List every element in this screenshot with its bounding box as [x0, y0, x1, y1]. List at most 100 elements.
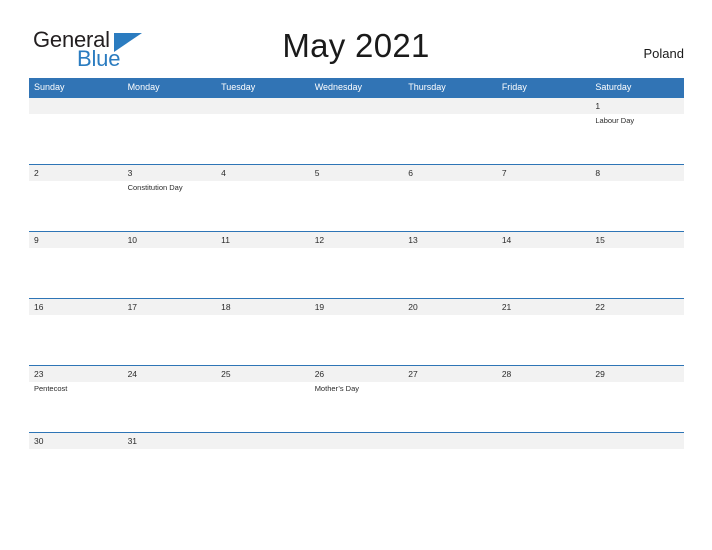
day-cell[interactable] [29, 449, 123, 460]
date-number[interactable]: 9 [29, 232, 123, 248]
date-number[interactable]: 28 [497, 366, 591, 382]
day-cell[interactable] [403, 315, 497, 364]
day-cell[interactable]: Mother’s Day [310, 382, 404, 431]
date-number[interactable] [123, 98, 217, 114]
day-cell[interactable]: Constitution Day [123, 181, 217, 230]
weekday-header-monday: Monday [127, 82, 160, 92]
date-number[interactable]: 8 [590, 165, 684, 181]
day-cell[interactable] [403, 382, 497, 431]
weekday-header-sunday: Sunday [34, 82, 65, 92]
date-number[interactable]: 13 [403, 232, 497, 248]
date-number[interactable]: 19 [310, 299, 404, 315]
day-cell[interactable] [29, 248, 123, 297]
date-number[interactable]: 11 [216, 232, 310, 248]
event-band: Pentecost Mother’s Day [29, 382, 684, 431]
day-cell[interactable] [123, 114, 217, 163]
date-number[interactable] [310, 433, 404, 449]
date-band: 16 17 18 19 20 21 22 [29, 299, 684, 315]
week-row: 30 31 [29, 432, 684, 461]
date-number[interactable] [403, 433, 497, 449]
day-cell[interactable] [590, 181, 684, 230]
date-number[interactable]: 1 [590, 98, 684, 114]
day-cell[interactable] [123, 449, 217, 460]
day-cell[interactable] [29, 114, 123, 163]
date-number[interactable]: 24 [123, 366, 217, 382]
day-cell[interactable] [29, 315, 123, 364]
day-cell[interactable] [590, 382, 684, 431]
date-number[interactable]: 5 [310, 165, 404, 181]
day-cell[interactable] [123, 315, 217, 364]
day-cell[interactable] [216, 449, 310, 460]
date-number[interactable]: 31 [123, 433, 217, 449]
calendar-table: Sunday Monday Tuesday Wednesday Thursday… [29, 78, 684, 461]
date-number[interactable]: 21 [497, 299, 591, 315]
day-cell[interactable] [310, 181, 404, 230]
day-cell[interactable] [497, 181, 591, 230]
day-cell[interactable] [123, 248, 217, 297]
day-cell[interactable] [497, 382, 591, 431]
event-label: Pentecost [34, 384, 68, 393]
date-number[interactable]: 22 [590, 299, 684, 315]
date-number[interactable] [497, 433, 591, 449]
date-number[interactable]: 20 [403, 299, 497, 315]
date-number[interactable]: 3 [123, 165, 217, 181]
date-number[interactable]: 30 [29, 433, 123, 449]
event-band: Constitution Day [29, 181, 684, 230]
date-number[interactable]: 16 [29, 299, 123, 315]
weekday-header-wednesday: Wednesday [314, 82, 363, 92]
week-row: 23 24 25 26 27 28 29 Pentecost Mother’s … [29, 365, 684, 432]
weekday-header-saturday: Saturday [595, 82, 632, 92]
day-cell[interactable] [310, 114, 404, 163]
event-label: Labour Day [595, 116, 635, 125]
date-number[interactable] [310, 98, 404, 114]
date-number[interactable]: 27 [403, 366, 497, 382]
day-cell[interactable] [497, 248, 591, 297]
day-cell[interactable] [310, 248, 404, 297]
day-cell[interactable] [497, 449, 591, 460]
day-cell[interactable] [216, 181, 310, 230]
day-cell[interactable] [403, 449, 497, 460]
date-number[interactable]: 2 [29, 165, 123, 181]
day-cell[interactable] [590, 315, 684, 364]
date-number[interactable]: 17 [123, 299, 217, 315]
date-number[interactable]: 12 [310, 232, 404, 248]
day-cell[interactable] [29, 181, 123, 230]
date-number[interactable] [497, 98, 591, 114]
date-number[interactable]: 7 [497, 165, 591, 181]
date-number[interactable]: 25 [216, 366, 310, 382]
date-number[interactable]: 4 [216, 165, 310, 181]
day-cell[interactable] [216, 382, 310, 431]
date-number[interactable]: 14 [497, 232, 591, 248]
date-number[interactable]: 15 [590, 232, 684, 248]
day-cell[interactable] [216, 315, 310, 364]
day-cell[interactable]: Labour Day [590, 114, 684, 163]
date-number[interactable]: 10 [123, 232, 217, 248]
week-row: 1 Labour Day [29, 97, 684, 164]
day-cell[interactable] [497, 315, 591, 364]
day-cell[interactable] [403, 181, 497, 230]
date-number[interactable]: 29 [590, 366, 684, 382]
date-number[interactable]: 26 [310, 366, 404, 382]
day-cell[interactable] [123, 382, 217, 431]
day-cell[interactable] [216, 114, 310, 163]
date-number[interactable]: 6 [403, 165, 497, 181]
day-cell[interactable] [590, 248, 684, 297]
day-cell[interactable] [216, 248, 310, 297]
date-number[interactable] [590, 433, 684, 449]
date-number[interactable] [216, 433, 310, 449]
event-band [29, 449, 684, 460]
weekday-header-thursday: Thursday [408, 82, 446, 92]
date-number[interactable]: 18 [216, 299, 310, 315]
day-cell[interactable] [310, 315, 404, 364]
date-band: 9 10 11 12 13 14 15 [29, 232, 684, 248]
day-cell[interactable] [403, 114, 497, 163]
day-cell[interactable] [497, 114, 591, 163]
day-cell[interactable]: Pentecost [29, 382, 123, 431]
day-cell[interactable] [310, 449, 404, 460]
date-number[interactable] [216, 98, 310, 114]
date-number[interactable]: 23 [29, 366, 123, 382]
day-cell[interactable] [403, 248, 497, 297]
day-cell[interactable] [590, 449, 684, 460]
date-number[interactable] [403, 98, 497, 114]
date-number[interactable] [29, 98, 123, 114]
